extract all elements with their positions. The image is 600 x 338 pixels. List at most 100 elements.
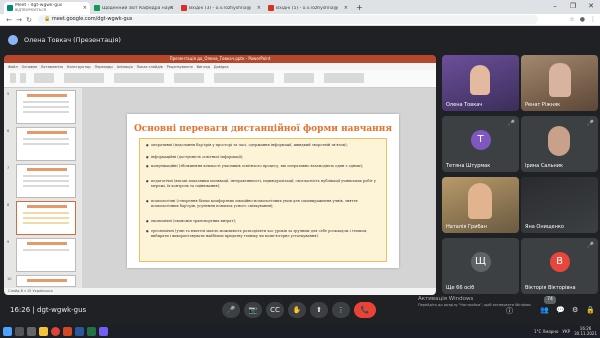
word-icon[interactable] — [75, 327, 84, 336]
participant-name: Ще 66 осіб — [446, 285, 475, 291]
host-controls-icon[interactable]: 🔒 — [586, 306, 595, 314]
browser-tab-inbox-1[interactable]: Вхідні (3) - o.v.rozhyshna@ × — [178, 2, 264, 14]
toolbar-button-icon — [174, 73, 204, 83]
star-icon[interactable]: ☆ — [569, 16, 574, 23]
shared-screen: Презентація до_Олена_Товкач.pptx - Power… — [4, 55, 436, 295]
thumb-number: 9 — [7, 240, 10, 244]
ribbon-tab: Файл — [8, 64, 18, 69]
language-indicator[interactable]: УКР — [562, 329, 570, 334]
person-silhouette-icon — [468, 183, 492, 219]
participant-tile[interactable]: 🎤 Ірина Сальник — [521, 116, 598, 172]
ribbon-tab: Основне — [21, 64, 38, 69]
back-icon[interactable]: ← — [4, 16, 14, 24]
windows-taskbar: 1°C Хмарно УКР 16:26 30.11.2021 — [0, 325, 600, 338]
presenting-icon — [8, 35, 18, 45]
tab-title: Вхідні (3) - o.v.rozhyshna@ — [189, 5, 252, 11]
activation-title: Активація Windows — [418, 296, 474, 302]
ribbon-tab: Рецензування — [166, 64, 193, 69]
activities-icon[interactable]: ⚙ — [572, 306, 578, 314]
close-window-button[interactable]: ✕ — [582, 0, 600, 12]
slide-bullet: оперативні (подолання бар'єрів у простор… — [146, 143, 380, 148]
menu-icon[interactable]: ⋮ — [590, 16, 596, 23]
participant-name: Ренат Ріжняк — [525, 102, 561, 108]
close-tab-icon[interactable]: × — [170, 5, 174, 11]
address-bar-row: ← → ↻ 🔒 meet.google.com/dgt-wgwk-gus ☆ ● ⋮ — [0, 14, 600, 26]
browser-tab-meet[interactable]: Meet - dgt-wgwk-gus ВІДТВОРЮЄТЬСЯ × — [4, 2, 90, 14]
close-tab-icon[interactable]: × — [83, 5, 87, 11]
file-explorer-icon[interactable] — [39, 327, 48, 336]
slide-bullet: економічні (економія транспортних витрат… — [146, 219, 380, 224]
participant-tile[interactable]: Олена Товкач — [442, 55, 519, 111]
minimize-button[interactable]: – — [546, 0, 564, 12]
people-icon[interactable]: 👥 — [540, 306, 549, 314]
slide-bullet: інформаційні (доступність освітньої інфо… — [146, 155, 380, 160]
captions-button[interactable]: CC — [266, 302, 284, 318]
url-field[interactable]: 🔒 meet.google.com/dgt-wgwk-gus — [38, 15, 538, 24]
toolbar-button-icon — [324, 73, 364, 83]
participant-name: Тетяна Штурмак — [446, 163, 491, 169]
ribbon-tab: Конструктор — [66, 64, 91, 69]
start-icon[interactable] — [3, 327, 12, 336]
tab-title: Щоденний звіт Кафедра наук — [102, 5, 173, 11]
participant-tile[interactable]: 🎤 Т Тетяна Штурмак — [442, 116, 519, 172]
chat-icon[interactable]: 💬 — [556, 306, 565, 314]
chrome-icon[interactable] — [51, 327, 60, 336]
meet-favicon-icon — [7, 5, 13, 11]
mic-off-icon: 🎤 — [586, 242, 594, 249]
excel-icon[interactable] — [87, 327, 96, 336]
toolbar-button-icon — [34, 73, 54, 83]
ppt-toolbar — [4, 70, 436, 88]
participant-avatar: Щ — [470, 252, 491, 272]
lock-icon: 🔒 — [44, 16, 52, 22]
gmail-favicon-icon — [268, 5, 274, 11]
browser-tab-inbox-2[interactable]: Вхідні (5) - o.v.rozhyshna@ × — [265, 2, 351, 14]
slide-thumbnail — [16, 164, 76, 198]
participant-tile[interactable]: 🎤 В Вікторія Вікторівна — [521, 238, 598, 294]
toolbar-button-icon — [20, 73, 26, 83]
browser-tab-report[interactable]: Щоденний звіт Кафедра наук × — [91, 2, 177, 14]
reload-icon[interactable]: ↻ — [24, 16, 34, 24]
raise-hand-button[interactable]: ✋ — [288, 302, 306, 318]
tray-clock[interactable]: 16:26 30.11.2021 — [574, 326, 597, 336]
new-tab-button[interactable]: + — [352, 2, 367, 14]
maximize-button[interactable]: ❐ — [564, 0, 582, 12]
forward-icon[interactable]: → — [14, 16, 24, 24]
thumb-number: 7 — [7, 166, 10, 170]
activation-hint: Перейдіть до розділу "Настройки", щоб ак… — [418, 303, 532, 307]
ribbon-tab: Вигляд — [196, 64, 210, 69]
present-button[interactable]: ⬆ — [310, 302, 328, 318]
gmail-favicon-icon — [181, 5, 187, 11]
thumb-number: 5 — [7, 92, 10, 96]
task-view-icon[interactable] — [27, 327, 36, 336]
participant-name: Ірина Сальник — [525, 163, 564, 169]
participant-avatar: Т — [470, 130, 491, 150]
end-call-button[interactable]: 📞 — [354, 302, 376, 318]
profile-icon[interactable]: ● — [580, 16, 585, 23]
participant-tile-more[interactable]: Щ Ще 66 осіб — [442, 238, 519, 294]
person-silhouette-icon — [549, 63, 571, 97]
close-tab-icon[interactable]: × — [344, 5, 348, 11]
info-icon[interactable]: ⓘ — [506, 306, 513, 316]
search-icon[interactable] — [15, 327, 24, 336]
participant-name: Вікторія Вікторівна — [525, 285, 576, 291]
toolbar-button-icon — [284, 73, 314, 83]
ppt-status-bar: Слайд 8 з 15 Українська — [4, 288, 436, 295]
participant-tile[interactable]: Наталія Грибан — [442, 177, 519, 233]
participant-tile[interactable]: 🎤 Яна Онищенко — [521, 177, 598, 233]
camera-button[interactable]: 📷 — [244, 302, 262, 318]
viber-icon[interactable] — [99, 327, 108, 336]
ribbon-tab: Довідка — [213, 64, 229, 69]
participant-tile[interactable]: Ренат Ріжняк — [521, 55, 598, 111]
tab-subtitle: ВІДТВОРЮЄТЬСЯ — [15, 8, 47, 12]
browser-tab-bar: Meet - dgt-wgwk-gus ВІДТВОРЮЄТЬСЯ × Щоден… — [0, 0, 600, 14]
weather-widget[interactable]: 1°C Хмарно — [534, 329, 558, 334]
tray-date: 30.11.2021 — [574, 330, 597, 336]
slide-bullet: педагогічні (високі показники мотивації,… — [146, 179, 380, 188]
toolbar-button-icon — [214, 73, 274, 83]
close-tab-icon[interactable]: × — [257, 5, 261, 11]
meeting-time: 16:26 — [10, 306, 31, 314]
more-options-button[interactable]: ⋮ — [332, 302, 350, 318]
powerpoint-icon[interactable] — [63, 327, 72, 336]
slide-content-box: оперативні (подолання бар'єрів у простор… — [139, 138, 387, 262]
mic-button[interactable]: 🎤 — [222, 302, 240, 318]
